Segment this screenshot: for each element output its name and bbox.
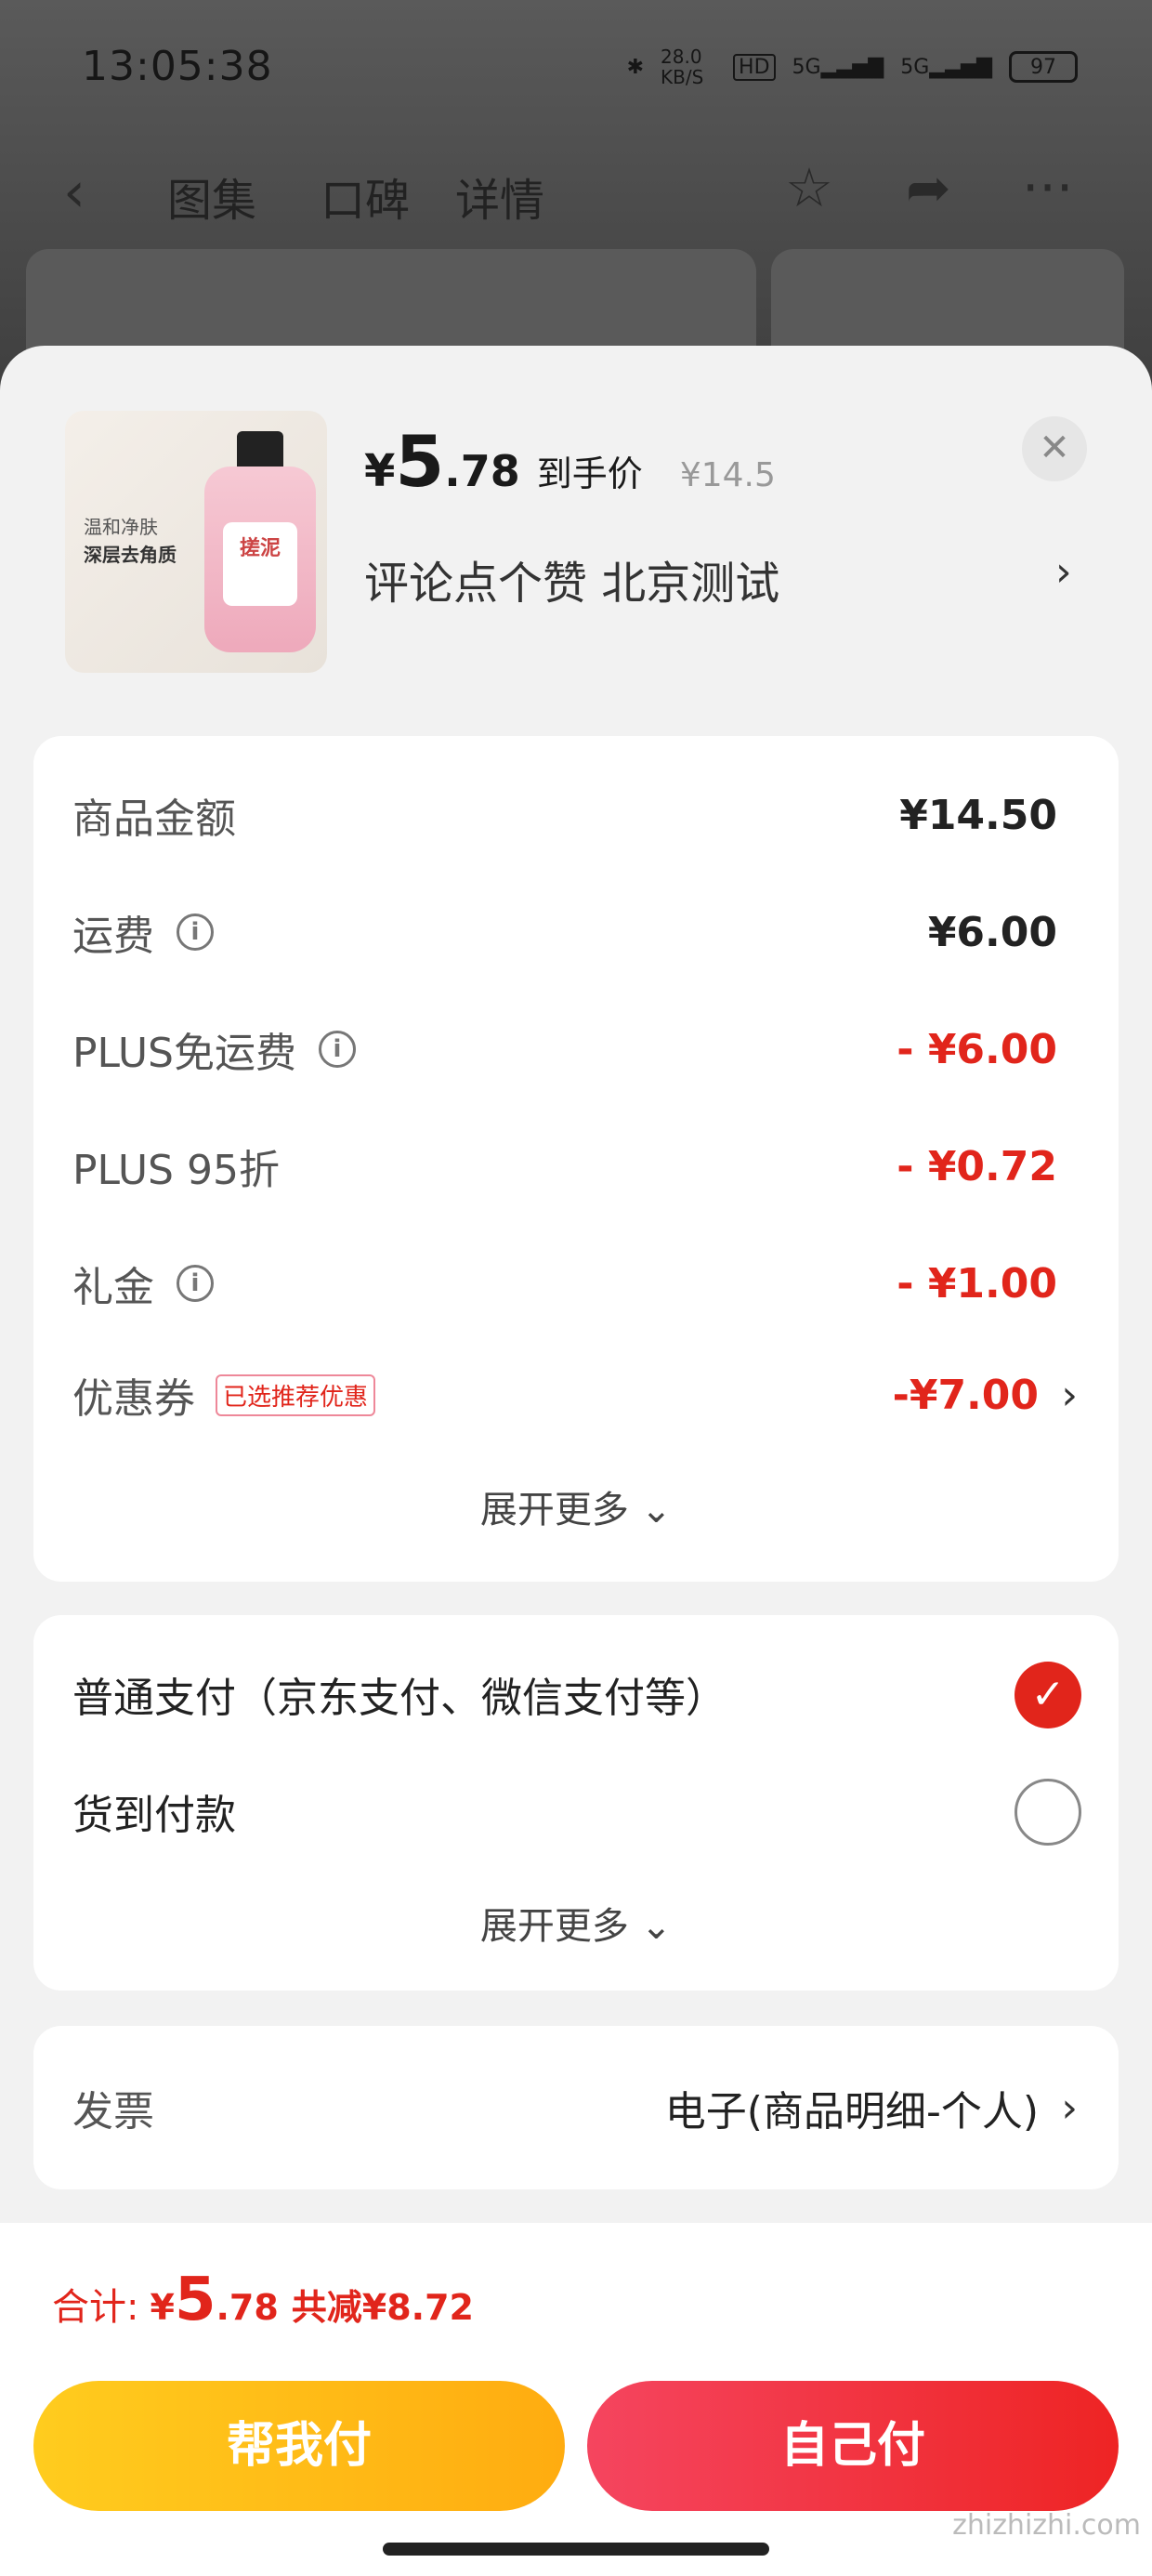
bluetooth-icon: ✱ — [626, 55, 645, 79]
share-icon[interactable]: ➦ — [906, 156, 951, 219]
top-nav: ‹ 图集 口碑 详情 ☆ ➦ ··· — [0, 149, 1152, 232]
price-dec: .78 — [444, 446, 520, 496]
bottle-image: 搓泥 — [204, 467, 316, 652]
thumb-text: 温和净肤 深层去角质 — [84, 516, 177, 566]
signal-icon-2: 5G▂▃▅▇ — [900, 55, 992, 79]
chevron-right-icon[interactable]: › — [1061, 2084, 1078, 2132]
home-indicator[interactable] — [383, 2543, 769, 2556]
battery-icon: 97 — [1009, 51, 1078, 83]
status-bar: 13:05:38 ✱ 28.0 KB/S HD 5G▂▃▅▇ 5G▂▃▅▇ 97 — [0, 0, 1152, 139]
total-summary: 合计: ¥ 5 .78 共减¥8.72 — [52, 2266, 474, 2334]
fee-row: 运费 i ¥6.00 — [72, 908, 1057, 961]
tab-reviews[interactable]: 口碑 — [321, 164, 410, 229]
clock: 13:05:38 — [82, 43, 273, 90]
tab-details[interactable]: 详情 — [455, 164, 544, 229]
payment-card: 普通支付（京东支付、微信支付等） ✓ 货到付款 展开更多 ⌄ — [33, 1615, 1119, 1991]
watermark: zhizhizhi.com — [952, 2509, 1141, 2542]
chevron-right-icon[interactable]: › — [1055, 548, 1072, 596]
invoice-row[interactable]: 发票 电子(商品明细-个人) › — [72, 2075, 1078, 2140]
info-icon[interactable]: i — [319, 1031, 356, 1068]
close-icon[interactable]: ✕ — [1022, 416, 1087, 481]
net-speed: 28.0 KB/S — [661, 46, 704, 88]
fee-card: 商品金额 ¥14.50 运费 i ¥6.00 PLUS免运费 i - ¥6.00… — [33, 736, 1119, 1582]
chevron-right-icon[interactable]: › — [1061, 1372, 1078, 1419]
help-me-pay-button[interactable]: 帮我付 — [33, 2381, 565, 2511]
invoice-card[interactable]: 发票 电子(商品明细-个人) › — [33, 2026, 1119, 2189]
payment-option-2[interactable]: 货到付款 — [72, 1779, 1057, 1844]
hd-icon: HD — [733, 53, 776, 81]
fee-row: PLUS免运费 i - ¥6.00 — [72, 1025, 1057, 1078]
price-line: ¥ 5 .78 到手价 ¥14.5 — [364, 420, 776, 503]
bottle-pump — [237, 431, 283, 470]
fee-row: 商品金额 ¥14.50 — [72, 791, 1057, 844]
back-arrow-icon[interactable]: ‹ — [63, 160, 85, 225]
radio-unchecked-icon[interactable] — [1015, 1779, 1081, 1846]
expand-more-link[interactable]: 展开更多 ⌄ — [33, 1479, 1119, 1533]
coupon-badge: 已选推荐优惠 — [216, 1373, 376, 1416]
price-yen: ¥ — [364, 445, 396, 497]
original-price: ¥14.5 — [679, 456, 776, 494]
more-icon[interactable]: ··· — [1022, 156, 1073, 219]
info-icon[interactable]: i — [177, 913, 214, 951]
payment-option-1[interactable]: 普通支付（京东支付、微信支付等） — [72, 1662, 1057, 1727]
checked-icon[interactable]: ✓ — [1015, 1662, 1081, 1728]
price-tag: 到手价 — [536, 453, 643, 494]
expand-more-link[interactable]: 展开更多 ⌄ — [33, 1896, 1119, 1950]
status-icons: ✱ 28.0 KB/S HD 5G▂▃▅▇ 5G▂▃▅▇ 97 — [627, 46, 1078, 87]
pay-myself-button[interactable]: 自己付 — [587, 2381, 1119, 2511]
price-int: 5 — [395, 420, 445, 503]
fee-row: PLUS 95折 - ¥0.72 — [72, 1142, 1057, 1195]
product-thumbnail: 搓泥 温和净肤 深层去角质 — [65, 411, 327, 673]
product-subtitle[interactable]: 评论点个赞 北京测试 — [364, 546, 779, 611]
info-icon[interactable]: i — [177, 1265, 214, 1302]
fee-row: 礼金 i - ¥1.00 — [72, 1259, 1057, 1312]
signal-icon-1: 5G▂▃▅▇ — [792, 55, 884, 79]
coupon-row[interactable]: 优惠券 已选推荐优惠 -¥7.00 › — [72, 1362, 1078, 1427]
star-icon[interactable]: ☆ — [785, 156, 833, 219]
bottle-label: 搓泥 — [223, 522, 297, 606]
tab-gallery[interactable]: 图集 — [167, 164, 256, 229]
